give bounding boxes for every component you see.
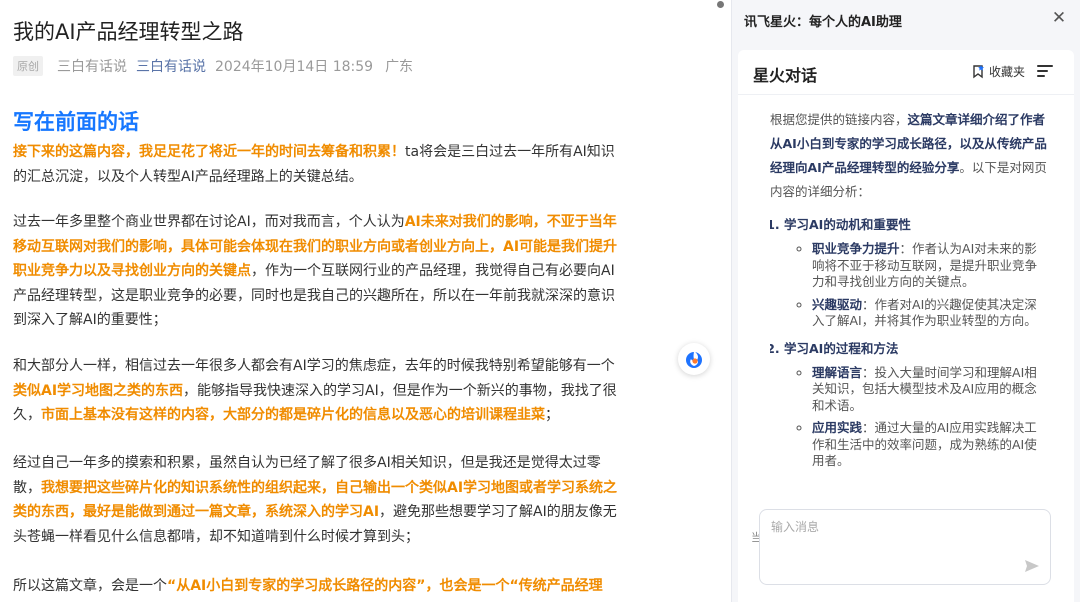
point-key: 应用实践 xyxy=(812,420,863,435)
reply-point: 理解语言：投入大量时间学习和理解AI相关知识，包括大模型技术及AI应用的概念和术… xyxy=(812,365,1048,415)
chat-title: 星火对话 xyxy=(753,66,818,85)
assistant-reply: 根据您提供的链接内容，这篇文章详细介绍了作者从AI小白到专家的学习成长路径，以及… xyxy=(770,108,1048,518)
body-text: 和大部分人一样，相信过去一年很多人都会有AI学习的焦虑症，去年的时候我特别希望能… xyxy=(13,358,615,374)
author-name: 三白有话说 xyxy=(57,59,127,75)
menu-icon[interactable] xyxy=(1037,65,1053,79)
reply-sections: 学习AI的动机和重要性 职业竞争力提升：作者认为AI对未来的影响将不亚于移动互联… xyxy=(770,213,1048,470)
favorites-label: 收藏夹 xyxy=(989,65,1026,79)
section-title: 学习AI的动机和重要性 xyxy=(784,217,911,232)
article-paragraph: 所以这篇文章，会是一个“从AI小白到专家的学习成长路径的内容”，也会是一个“传统… xyxy=(13,574,628,599)
original-badge: 原创 xyxy=(13,56,43,76)
article-paragraph: 接下来的这篇内容，我足足花了将近一年的时间去筹备和积累！ta将会是三白过去一年所… xyxy=(13,140,628,189)
reply-point: 应用实践：通过大量的AI应用实践解决工作和生活中的效率问题，成为熟练的AI使用者… xyxy=(812,420,1048,470)
account-link[interactable]: 三白有话说 xyxy=(136,56,206,76)
highlighted-text: “从AI小白到专家的学习成长路径的内容”，也会是一个“传统产品经理 xyxy=(167,578,603,594)
send-icon[interactable] xyxy=(1024,559,1040,573)
message-placeholder: 输入消息 xyxy=(771,520,820,534)
section-title: 学习AI的过程和方法 xyxy=(784,340,899,356)
article-paragraph: 和大部分人一样，相信过去一年很多人都会有AI学习的焦虑症，去年的时候我特别希望能… xyxy=(13,354,628,428)
reply-point: 职业竞争力提升：作者认为AI对未来的影响将不亚于移动互联网，是提升职业竞争力和寻… xyxy=(812,241,1048,291)
body-text: 过去一年多里整个商业世界都在讨论AI，而对我而言，个人认为 xyxy=(13,214,405,230)
article-paragraph: 过去一年多里整个商业世界都在讨论AI，而对我而言，个人认为AI未来对我们的影响，… xyxy=(13,210,628,333)
reply-section: 学习AI的过程和方法 理解语言：投入大量时间学习和理解AI相关知识，包括大模型技… xyxy=(784,337,1048,470)
publish-location: 广东 xyxy=(385,59,414,75)
point-key: 职业竞争力提升 xyxy=(812,241,900,256)
article-view: 我的AI产品经理转型之路 原创 三白有话说 三白有话说 2024年10月14日 … xyxy=(0,0,730,602)
highlighted-text: 接下来的这篇内容，我足足花了将近一年的时间去筹备和积累！ xyxy=(13,144,405,160)
message-input[interactable]: 输入消息 xyxy=(759,509,1051,585)
point-key: 兴趣驱动 xyxy=(812,296,863,312)
reply-section: 学习AI的动机和重要性 职业竞争力提升：作者认为AI对未来的影响将不亚于移动互联… xyxy=(784,213,1048,330)
panel-header-title: 讯飞星火：每个人的AI助理 xyxy=(744,15,902,30)
reply-points: 理解语言：投入大量时间学习和理解AI相关知识，包括大模型技术及AI应用的概念和术… xyxy=(784,365,1048,470)
chat-card: 星火对话 收藏夹 根据您提供的链接内容，这篇文章详细介绍了作者从AI小白到专家的… xyxy=(738,50,1074,602)
divider xyxy=(738,94,1074,95)
section-heading: 写在前面的话 xyxy=(13,110,139,134)
scrollbar-thumb[interactable] xyxy=(717,1,724,8)
highlighted-text: 类似AI学习地图之类的东西 xyxy=(13,382,184,399)
close-icon[interactable]: ✕ xyxy=(1050,9,1068,27)
spark-logo-icon xyxy=(686,351,702,368)
favorites-button[interactable]: 收藏夹 xyxy=(971,63,1025,80)
highlighted-text: 市面上基本没有这样的内容，大部分的都是碎片化的信息以及恶心的培训课程韭菜 xyxy=(41,407,545,423)
article-title: 我的AI产品经理转型之路 xyxy=(13,20,244,44)
article-paragraph: 经过自己一年多的摸索和积累，虽然自认为已经了解了很多AI相关知识，但是我还是觉得… xyxy=(13,451,628,549)
reply-points: 职业竞争力提升：作者认为AI对未来的影响将不亚于移动互联网，是提升职业竞争力和寻… xyxy=(784,241,1048,330)
spark-assistant-button[interactable] xyxy=(678,343,710,375)
article-meta: 原创 三白有话说 三白有话说 2024年10月14日 18:59 广东 xyxy=(13,56,413,76)
publish-date: 2024年10月14日 18:59 xyxy=(215,59,374,75)
body-text: 所以这篇文章，会是一个 xyxy=(13,578,167,594)
reply-intro-text: 根据您提供的链接内容， xyxy=(770,112,908,127)
body-text: ； xyxy=(545,407,559,423)
point-key: 理解语言 xyxy=(812,364,863,380)
assistant-panel: 讯飞星火：每个人的AI助理 ✕ 星火对话 收藏夹 根据您提供的链接内容，这篇文章… xyxy=(731,0,1080,602)
bookmark-icon xyxy=(973,65,984,79)
reply-intro: 根据您提供的链接内容，这篇文章详细介绍了作者从AI小白到专家的学习成长路径，以及… xyxy=(770,108,1048,204)
reply-point: 兴趣驱动：作者对AI的兴趣促使其决定深入了解AI，并将其作为职业转型的方向。 xyxy=(812,297,1048,330)
